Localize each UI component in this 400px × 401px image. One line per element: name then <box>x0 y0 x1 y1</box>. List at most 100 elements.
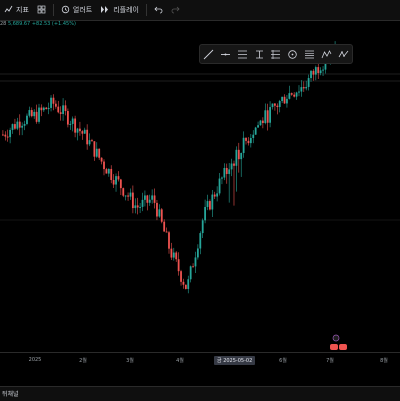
candle-body <box>295 92 298 97</box>
candle-body <box>139 206 142 208</box>
candle-body <box>129 192 132 197</box>
alert-button[interactable]: 얼러트 <box>57 0 96 20</box>
candle-body <box>62 105 64 114</box>
horizontal-line-icon[interactable] <box>219 48 232 61</box>
candle-body <box>6 136 9 138</box>
candle-body <box>153 195 156 203</box>
undo-button[interactable] <box>150 0 167 20</box>
candle-body <box>206 201 209 207</box>
candle-body <box>66 111 69 125</box>
candle-body <box>319 70 322 74</box>
channel-icon[interactable] <box>253 48 266 61</box>
candle-body <box>184 284 187 289</box>
text-icon[interactable] <box>303 48 316 61</box>
candle-body <box>317 67 320 74</box>
candlestick-chart[interactable] <box>0 30 400 352</box>
candle-body <box>81 131 84 134</box>
candle-body <box>28 110 31 116</box>
candle-body <box>247 140 250 144</box>
measure-icon[interactable] <box>269 48 282 61</box>
candle-body <box>40 107 43 111</box>
candle-body <box>249 138 252 144</box>
candle-body <box>83 129 86 134</box>
crosshair-date-label: 금 2025-05-02 <box>214 356 256 365</box>
candle-body <box>310 70 312 79</box>
event-icon[interactable] <box>332 334 340 342</box>
candle-body <box>52 97 55 104</box>
candle-body <box>69 123 72 125</box>
candle-body <box>298 91 300 93</box>
candle-body <box>26 115 28 124</box>
replay-label: 리플레이 <box>113 6 139 14</box>
candle-body <box>245 137 247 141</box>
candle-body <box>64 105 67 112</box>
candle-body <box>213 194 216 197</box>
x-tick-label: 8월 <box>380 358 388 364</box>
candle-body <box>225 167 228 174</box>
candle-body <box>216 193 219 197</box>
line-tool-icon[interactable] <box>202 48 215 61</box>
candle-body <box>175 252 178 260</box>
indicators-button[interactable]: 지표 <box>0 0 33 20</box>
candle-body <box>182 281 185 285</box>
candle-body <box>122 188 125 196</box>
candle-body <box>16 121 19 129</box>
legend-change: +82.53 (+1.45%) <box>31 21 76 27</box>
candle-body <box>218 178 221 194</box>
candle-body <box>259 120 262 126</box>
legend-price: 5,689.67 <box>7 21 31 27</box>
candle-body <box>201 220 204 234</box>
x-tick-label: 2월 <box>79 358 87 364</box>
fib-icon[interactable] <box>236 48 249 61</box>
circle-icon[interactable] <box>286 48 299 61</box>
candle-body <box>187 279 190 289</box>
pattern-icon[interactable] <box>320 48 333 61</box>
candle-body <box>177 259 180 272</box>
redo-button[interactable] <box>167 0 184 20</box>
candle-body <box>240 152 243 160</box>
candle-body <box>168 232 170 249</box>
candle-body <box>156 202 158 217</box>
candle-body <box>38 107 40 122</box>
candle-body <box>119 179 122 189</box>
redo-icon <box>171 5 180 16</box>
candle-body <box>211 194 214 210</box>
candle-body <box>151 195 154 200</box>
dividend-flag-icon[interactable] <box>339 344 347 350</box>
candle-body <box>42 107 45 111</box>
candle-body <box>127 195 129 197</box>
candle-body <box>204 206 207 221</box>
candle-body <box>252 134 255 139</box>
candle-body <box>314 67 317 75</box>
candle-body <box>117 176 120 180</box>
toolbar-divider <box>145 4 147 16</box>
drawing-toolbar <box>199 44 353 64</box>
candle-body <box>59 112 62 114</box>
candle-body <box>290 93 293 95</box>
candle-body <box>288 93 291 99</box>
replay-button[interactable]: 리플레이 <box>96 0 143 20</box>
bottom-panel-label[interactable]: 뒤채널 <box>2 389 19 398</box>
candle-body <box>242 137 245 153</box>
layout-button[interactable] <box>33 0 50 20</box>
candle-body <box>54 103 57 107</box>
candle-body <box>278 101 281 108</box>
candle-body <box>160 209 163 222</box>
candle-body <box>312 70 315 75</box>
earnings-flag-icon[interactable] <box>330 344 338 350</box>
candle-body <box>98 148 101 158</box>
candle-body <box>33 111 36 117</box>
candle-body <box>209 201 211 210</box>
time-axis[interactable]: 2025 2월 3월 4월 6월 7월 8월 <box>0 352 400 367</box>
candle-body <box>136 205 139 208</box>
path-icon[interactable] <box>337 48 350 61</box>
candle-body <box>100 157 103 162</box>
candle-body <box>235 149 238 166</box>
candle-body <box>50 97 52 108</box>
candle-body <box>170 248 173 258</box>
candle-body <box>14 124 16 129</box>
candle-body <box>45 107 48 110</box>
candle-body <box>307 78 310 87</box>
top-toolbar: 지표 얼러트 리플레이 <box>0 0 400 21</box>
candle-body <box>192 266 194 268</box>
